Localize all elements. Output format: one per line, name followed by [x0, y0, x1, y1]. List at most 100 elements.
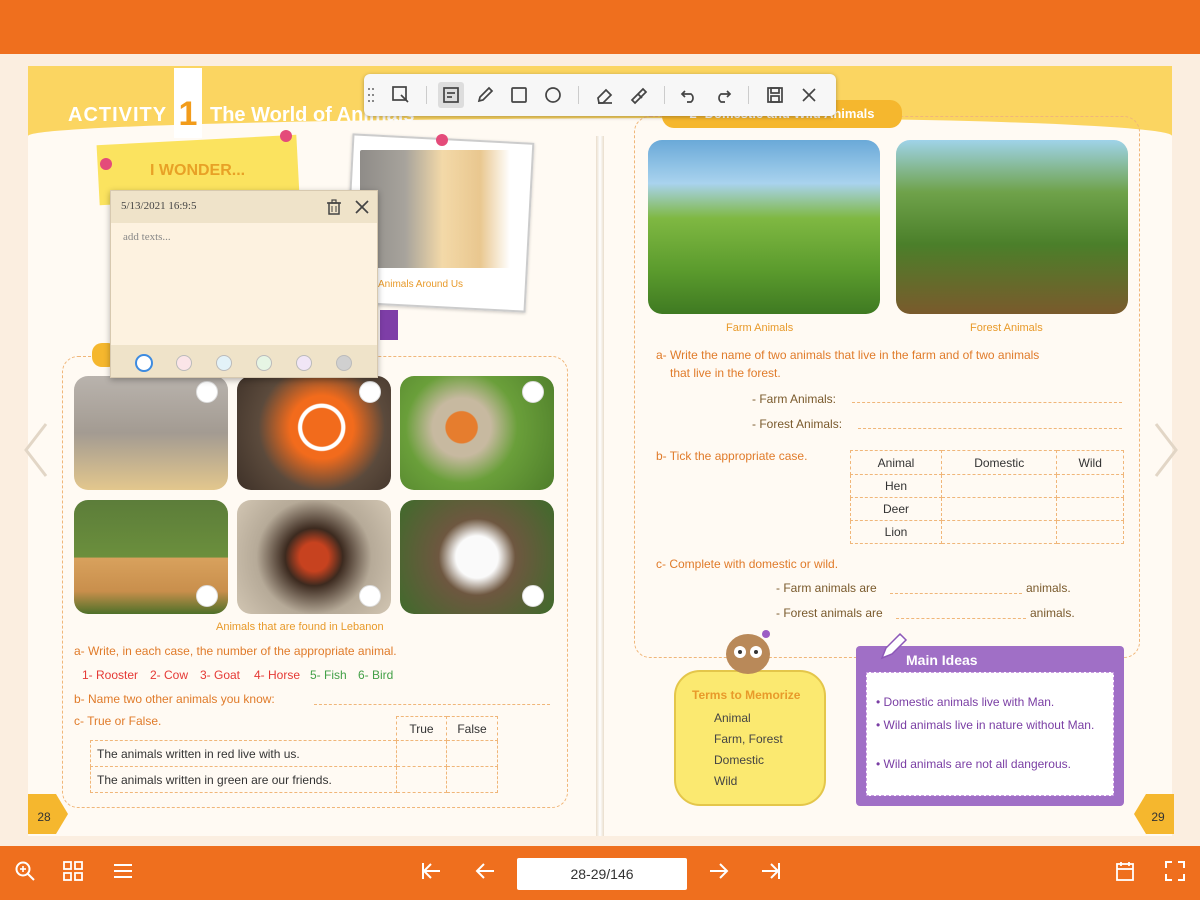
term-item: Farm, Forest — [714, 732, 783, 746]
pen-icon[interactable] — [472, 82, 498, 108]
next-page-arrow-icon[interactable] — [1150, 420, 1180, 480]
color-swatch-green[interactable] — [256, 355, 272, 371]
save-icon[interactable] — [762, 82, 788, 108]
fullscreen-icon[interactable] — [1162, 860, 1188, 886]
purple-tab — [380, 310, 398, 340]
answer-circle[interactable] — [522, 585, 544, 607]
item-bird: 6- Bird — [358, 668, 394, 682]
answer-circle[interactable] — [359, 585, 381, 607]
main-ideas-title: Main Ideas — [906, 652, 978, 668]
next-page-icon[interactable] — [706, 860, 732, 886]
farm-answer-line[interactable] — [852, 402, 1122, 403]
tick-header-animal: Animal — [850, 450, 942, 475]
term-item: Wild — [714, 774, 738, 788]
toolbar-separator — [664, 86, 665, 104]
note-text-input[interactable]: add texts... — [123, 231, 171, 243]
kitten-puppy-photo — [360, 150, 510, 268]
tick-cell[interactable] — [940, 474, 1058, 498]
color-swatch-gray[interactable] — [336, 355, 352, 371]
color-swatch-purple[interactable] — [296, 355, 312, 371]
pencil-icon — [880, 632, 908, 660]
answer-circle[interactable] — [522, 381, 544, 403]
item-horse: 4- Horse — [254, 668, 301, 682]
tf-false-header: False — [446, 716, 498, 741]
circle-icon[interactable] — [540, 82, 566, 108]
farm-caption: Farm Animals — [726, 322, 794, 334]
answer-circle[interactable] — [196, 381, 218, 403]
close-icon[interactable] — [353, 198, 371, 216]
farm-complete-line[interactable] — [890, 593, 1022, 594]
tf-cell[interactable] — [446, 766, 498, 793]
answer-line[interactable] — [314, 704, 550, 705]
tick-cell[interactable] — [1056, 520, 1124, 544]
tick-table: Animal Domestic Wild Hen Deer Lion — [850, 450, 1124, 544]
first-page-icon[interactable] — [418, 860, 444, 886]
color-swatch-white[interactable] — [135, 354, 153, 372]
pin-icon — [280, 130, 292, 142]
answer-circle[interactable] — [359, 381, 381, 403]
answer-circle[interactable] — [196, 585, 218, 607]
note-timestamp: 5/13/2021 16:9:5 — [121, 200, 197, 212]
forest-complete-line[interactable] — [896, 618, 1026, 619]
trash-icon[interactable] — [325, 198, 343, 216]
right-question-a: a- Write the name of two animals that li… — [656, 348, 1040, 362]
select-icon[interactable] — [388, 82, 414, 108]
calendar-icon[interactable] — [1112, 860, 1138, 886]
tf-cell[interactable] — [396, 740, 447, 767]
photo-caption: Animals Around Us — [378, 279, 464, 290]
activity-label: ACTIVITY — [68, 104, 168, 126]
main-idea-text: Wild animals are not all dangerous. — [883, 757, 1071, 771]
clear-icon[interactable] — [626, 82, 652, 108]
main-idea-text: Domestic animals live with Man. — [883, 695, 1055, 709]
forest-animals-image — [896, 140, 1128, 314]
redo-icon[interactable] — [710, 82, 736, 108]
prev-page-icon[interactable] — [472, 860, 498, 886]
tick-cell[interactable] — [940, 497, 1058, 521]
undo-icon[interactable] — [676, 82, 702, 108]
main-idea-item: • Wild animals live in nature without Ma… — [876, 718, 1095, 732]
eraser-icon[interactable] — [592, 82, 618, 108]
toolbar-separator — [426, 86, 427, 104]
tick-cell[interactable] — [940, 520, 1058, 544]
pin-icon — [100, 158, 112, 170]
tick-cell[interactable] — [1056, 474, 1124, 498]
forest-complete-label: - Forest animals are — [776, 606, 883, 620]
main-idea-item: • Domestic animals live with Man. — [876, 695, 1055, 709]
prev-page-arrow-icon[interactable] — [22, 420, 52, 480]
term-item: Animal — [714, 711, 751, 725]
tf-cell[interactable] — [446, 740, 498, 767]
last-page-icon[interactable] — [758, 860, 784, 886]
item-goat: 3- Goat — [200, 668, 241, 682]
sticky-note-popup[interactable]: 5/13/2021 16:9:5 add texts... — [110, 190, 378, 378]
color-swatch-pink[interactable] — [176, 355, 192, 371]
tf-row-2: The animals written in green are our fri… — [90, 766, 397, 793]
term-item: Domestic — [714, 753, 765, 767]
main-idea-item: • Wild animals are not all dangerous. — [876, 757, 1071, 771]
thumbnails-icon[interactable] — [60, 860, 86, 886]
tick-row-deer: Deer — [850, 497, 942, 521]
farm-animals-label: - Farm Animals: — [752, 392, 837, 406]
tick-cell[interactable] — [1056, 497, 1124, 521]
menu-icon[interactable] — [110, 860, 136, 886]
wonder-text: I WONDER... — [150, 162, 246, 179]
forest-answer-line[interactable] — [858, 428, 1122, 429]
tf-row-1: The animals written in red live with us. — [90, 740, 397, 767]
question-b: b- Name two other animals you know: — [74, 692, 275, 706]
toolbar-separator — [578, 86, 579, 104]
animals-end-1: animals. — [1026, 581, 1071, 595]
tick-row-hen: Hen — [850, 474, 942, 498]
zoom-icon[interactable] — [12, 860, 38, 886]
owl-mascot-icon — [726, 630, 770, 674]
farm-complete-label: - Farm animals are — [776, 581, 877, 595]
item-fish: 5- Fish — [310, 668, 347, 682]
note-icon[interactable] — [438, 82, 464, 108]
item-cow: 2- Cow — [150, 668, 189, 682]
rectangle-icon[interactable] — [506, 82, 532, 108]
tf-cell[interactable] — [396, 766, 447, 793]
close-icon[interactable] — [796, 82, 822, 108]
color-swatch-blue[interactable] — [216, 355, 232, 371]
main-idea-text: Wild animals live in nature without Man. — [883, 718, 1095, 732]
question-a: a- Write, in each case, the number of th… — [74, 644, 397, 658]
page-indicator[interactable]: 28-29/146 — [517, 858, 687, 890]
drag-handle-icon[interactable] — [366, 82, 376, 108]
